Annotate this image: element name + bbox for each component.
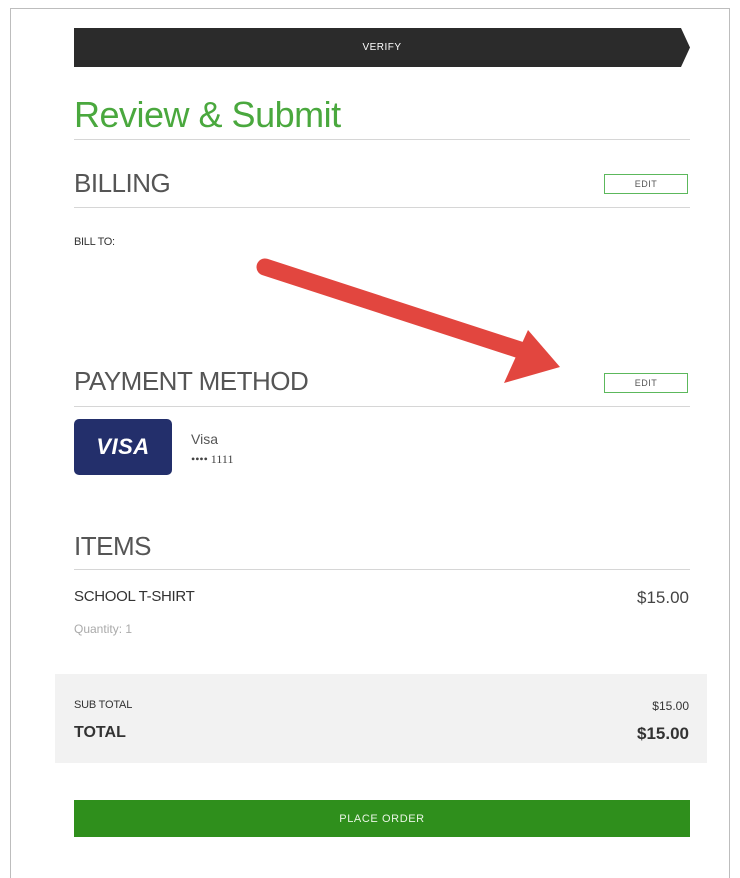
card-name: Visa <box>191 431 218 447</box>
total-value: $15.00 <box>637 724 689 743</box>
checkout-step-bar: VERIFY <box>74 28 690 67</box>
subtotal-value: $15.00 <box>652 699 689 713</box>
billing-edit-button[interactable]: EDIT <box>604 174 688 194</box>
item-name: SCHOOL T-SHIRT <box>74 588 195 605</box>
item-quantity: Quantity: 1 <box>74 622 133 636</box>
step-label: VERIFY <box>362 42 402 53</box>
subtotal-label: SUB TOTAL <box>74 699 133 711</box>
bill-to-label: BILL TO: <box>74 236 115 248</box>
items-heading: ITEMS <box>74 531 151 561</box>
place-order-button[interactable]: PLACE ORDER <box>74 800 690 837</box>
visa-logo-icon: VISA <box>74 419 172 475</box>
title-divider <box>74 139 690 140</box>
total-label: TOTAL <box>74 724 126 741</box>
card-number-masked: •••• 1111 <box>191 452 234 466</box>
totals-panel <box>55 674 707 763</box>
billing-divider <box>74 207 690 208</box>
page-title: Review & Submit <box>74 94 341 135</box>
payment-divider <box>74 406 690 407</box>
payment-method-heading: PAYMENT METHOD <box>74 366 309 396</box>
payment-edit-button[interactable]: EDIT <box>604 373 688 393</box>
billing-heading: BILLING <box>74 168 171 198</box>
items-divider <box>74 569 690 570</box>
visa-logo-text: VISA <box>96 434 150 459</box>
item-price: $15.00 <box>637 588 689 607</box>
